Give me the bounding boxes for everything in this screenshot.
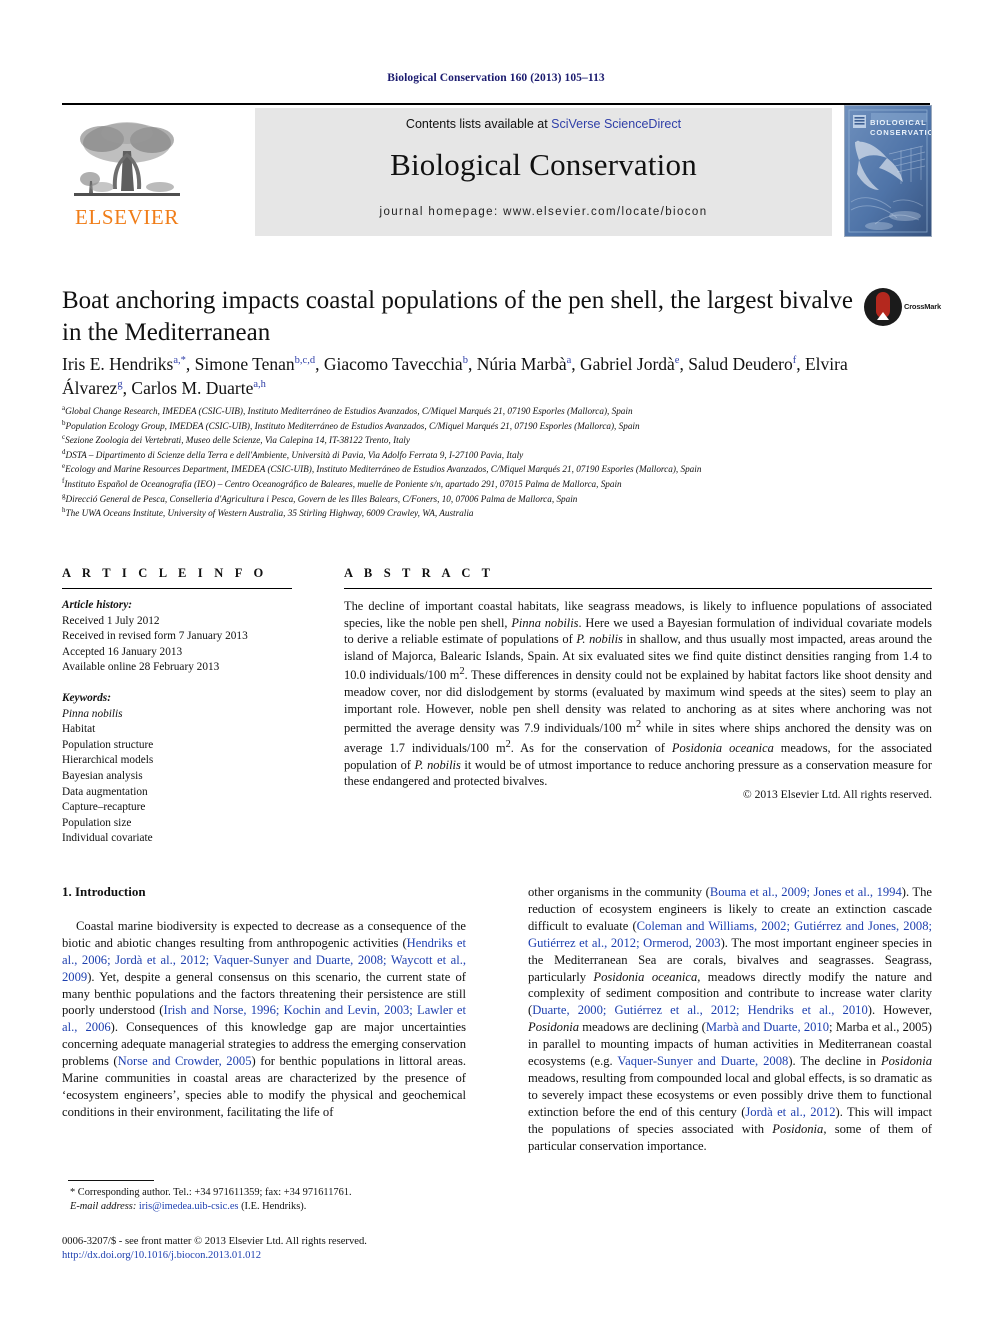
- keyword-items: Pinna nobilis Habitat Population structure…: [62, 707, 312, 847]
- article-info-heading: A R T I C L E I N F O: [62, 566, 268, 580]
- affiliation-mark: f: [62, 476, 65, 485]
- author-name: Carlos M. Duarte: [131, 378, 254, 398]
- keyword-item: Population size: [62, 816, 132, 829]
- journal-cover-image: BIOLOGICAL CONSERVATION: [845, 106, 931, 236]
- affiliation-mark: g: [62, 491, 66, 500]
- contents-prefix: Contents lists available at: [405, 117, 552, 131]
- body-column-right: other organisms in the community (Bouma …: [528, 884, 932, 1155]
- affiliation-item: dDSTA – Dipartimento di Scienze della Te…: [62, 447, 524, 460]
- author-name: Iris E. Hendriks: [62, 354, 174, 374]
- abstract-copyright: © 2013 Elsevier Ltd. All rights reserved…: [742, 788, 932, 801]
- masthead-top-rule: [62, 103, 930, 105]
- running-head: Biological Conservation 160 (2013) 105–1…: [387, 72, 605, 84]
- author-affiliation-mark: b: [462, 355, 468, 367]
- affiliation-item: bPopulation Ecology Group, IMEDEA (CSIC-…: [62, 418, 640, 431]
- contents-available-line: Contents lists available at SciVerse Sci…: [255, 117, 832, 131]
- paper-page: Biological Conservation 160 (2013) 105–1…: [0, 0, 992, 1323]
- issn-line: 0006-3207/$ - see front matter © 2013 El…: [62, 1236, 367, 1247]
- article-history-label: Article history:: [62, 599, 132, 611]
- author-affiliation-mark: g: [117, 379, 123, 391]
- author-affiliation-mark: a,*: [173, 355, 186, 367]
- affiliation-mark: c: [62, 433, 66, 442]
- affiliation-item: cSezione Zoologia dei Vertebrati, Museo …: [62, 433, 410, 446]
- corresponding-author-note: * Corresponding author. Tel.: +34 971611…: [70, 1187, 352, 1198]
- crossmark-badge[interactable]: CrossMark: [864, 288, 941, 328]
- journal-cover-thumbnail: BIOLOGICAL CONSERVATION: [844, 105, 932, 237]
- keyword-item: Population structure: [62, 738, 154, 751]
- keyword-item: Bayesian analysis: [62, 769, 143, 782]
- affiliation-mark: a: [62, 403, 66, 412]
- author-list: Iris E. Hendriksa,*, Simone Tenanb,c,d, …: [62, 354, 848, 398]
- abstract-rule: [344, 588, 932, 589]
- email-link[interactable]: iris@imedea.uib-csic.es: [139, 1201, 239, 1212]
- author-name: Gabriel Jordà: [580, 354, 675, 374]
- affiliation-list: aGlobal Change Research, IMEDEA (CSIC-UI…: [62, 404, 942, 521]
- title-block: Boat anchoring impacts coastal populatio…: [62, 285, 862, 349]
- journal-title: Biological Conservation: [390, 147, 697, 182]
- keyword-item: Data augmentation: [62, 785, 148, 798]
- affiliation-item: fInstituto Español de Oceanografía (IEO)…: [62, 476, 622, 489]
- keyword-item: Pinna nobilis: [62, 707, 123, 720]
- elsevier-wordmark: ELSEVIER: [75, 205, 179, 229]
- author-affiliation-mark: a,h: [253, 379, 266, 391]
- svg-text:BIOLOGICAL: BIOLOGICAL: [870, 118, 927, 127]
- sciencedirect-link[interactable]: SciVerse ScienceDirect: [551, 117, 681, 131]
- author-name: Núria Marbà: [476, 354, 567, 374]
- author-name: Giacomo Tavecchia: [323, 354, 463, 374]
- keyword-item: Individual covariate: [62, 832, 153, 845]
- affiliation-item: aGlobal Change Research, IMEDEA (CSIC-UI…: [62, 403, 633, 416]
- footer-block: 0006-3207/$ - see front matter © 2013 El…: [62, 1235, 492, 1263]
- author-affiliation-mark: a: [566, 355, 572, 367]
- affiliation-mark: d: [62, 447, 66, 456]
- introduction-heading: 1. Introduction: [62, 884, 146, 899]
- intro-paragraph-1: Coastal marine biodiversity is expected …: [62, 918, 467, 1119]
- journal-masthead: ELSEVIER Contents lists available at Sci…: [62, 103, 932, 237]
- crossmark-label: CrossMark: [904, 302, 941, 311]
- body-column-left: 1. Introduction Coastal marine biodivers…: [62, 884, 466, 1121]
- keyword-item: Habitat: [62, 723, 96, 736]
- abstract-heading: A B S T R A C T: [344, 566, 495, 580]
- keyword-item: Capture–recapture: [62, 801, 146, 814]
- author-affiliation-mark: e: [674, 355, 680, 367]
- affiliation-mark: b: [62, 418, 66, 427]
- email-owner: (I.E. Hendriks).: [241, 1201, 307, 1213]
- journal-homepage-url[interactable]: journal homepage: www.elsevier.com/locat…: [255, 206, 832, 218]
- keyword-item: Hierarchical models: [62, 754, 154, 767]
- article-history-item: Available online 28 February 2013: [62, 661, 220, 674]
- elsevier-tree-icon: [74, 122, 180, 196]
- footnote-rule: [68, 1180, 154, 1181]
- affiliation-item: eEcology and Marine Resources Department…: [62, 462, 702, 475]
- intro-paragraph-1-cont: other organisms in the community (Bouma …: [528, 885, 933, 1153]
- affiliation-mark: h: [62, 506, 66, 515]
- article-history-item: Received in revised form 7 January 2013: [62, 630, 248, 643]
- svg-text:CONSERVATION: CONSERVATION: [870, 128, 931, 137]
- email-label: E-mail address:: [70, 1201, 137, 1213]
- affiliation-item: gDirecció General de Pesca, Conselleria …: [62, 491, 578, 504]
- article-history-item: Received 1 July 2012: [62, 614, 160, 627]
- article-history-items: Received 1 July 2012 Received in revised …: [62, 614, 312, 676]
- paper-title: Boat anchoring impacts coastal populatio…: [62, 287, 854, 346]
- email-note: E-mail address: iris@imedea.uib-csic.es …: [62, 1200, 482, 1214]
- keywords-label: Keywords:: [62, 692, 111, 704]
- footnote-block: * Corresponding author. Tel.: +34 971611…: [62, 1186, 482, 1215]
- article-history: Article history: Received 1 July 2012 Rec…: [62, 598, 312, 676]
- article-info-rule: [62, 588, 292, 589]
- crossmark-triangle: [877, 312, 889, 320]
- author-affiliation-mark: b,c,d: [294, 355, 316, 367]
- affiliation-item: hThe UWA Oceans Institute, University of…: [62, 506, 474, 519]
- author-affiliation-mark: f: [792, 355, 797, 367]
- doi-link[interactable]: http://dx.doi.org/10.1016/j.biocon.2013.…: [62, 1249, 492, 1263]
- author-name: Simone Tenan: [194, 354, 295, 374]
- author-name: Salud Deudero: [688, 354, 793, 374]
- affiliation-mark: e: [62, 462, 66, 471]
- keywords-block: Keywords: Pinna nobilis Habitat Population…: [62, 691, 312, 847]
- article-history-item: Accepted 16 January 2013: [62, 645, 183, 658]
- abstract-text: The decline of important coastal habitat…: [344, 599, 933, 789]
- elsevier-logo: ELSEVIER: [68, 119, 186, 231]
